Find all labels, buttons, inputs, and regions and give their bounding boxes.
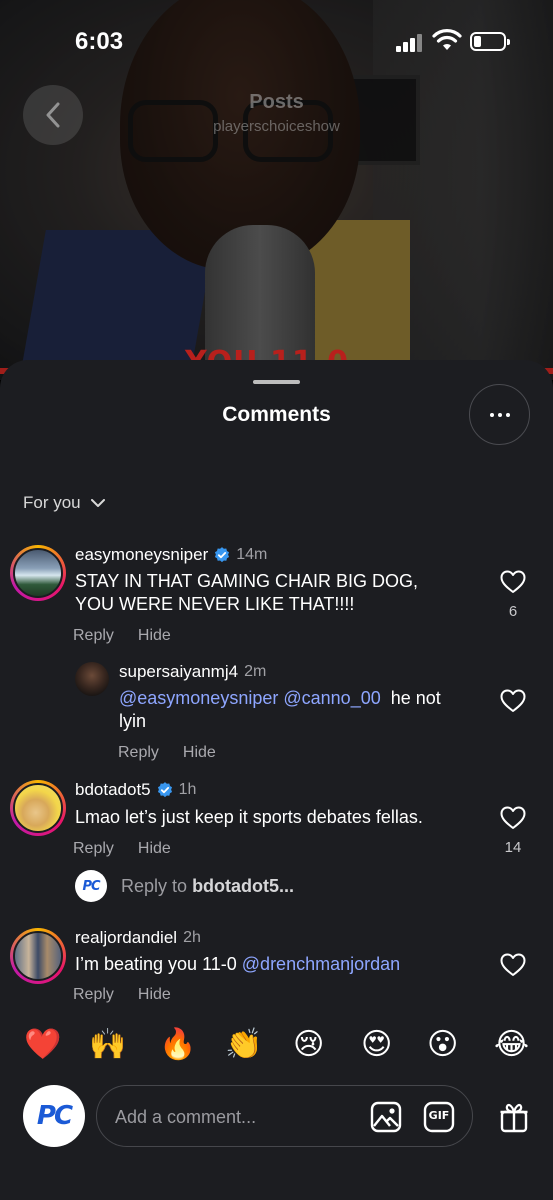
comment-text-body: I’m beating you 11-0	[75, 954, 237, 974]
status-time: 6:03	[75, 28, 124, 55]
verified-icon	[215, 547, 230, 563]
battery-icon	[470, 32, 510, 51]
sheet-grabber[interactable]	[253, 380, 300, 384]
comment-username[interactable]: realjordandiel	[75, 928, 177, 948]
like-button[interactable]	[499, 689, 527, 718]
comment-item: realjordandiel 2h I’m beating you 11-0 @…	[0, 928, 553, 1013]
comments-sheet: Comments For you easymoneysniper 14m STA…	[0, 360, 553, 1200]
image-icon	[370, 1101, 402, 1133]
comment-text: STAY IN THAT GAMING CHAIR BIG DOG, YOU W…	[75, 571, 419, 614]
comment-time: 1h	[178, 781, 197, 798]
page-title: Posts	[249, 91, 304, 113]
reply-to-prompt[interactable]: PC Reply to bdotadot5...	[75, 870, 294, 902]
like-button[interactable]: 14	[499, 806, 527, 856]
comment-text: @easymoneysniper @canno_00 he not lyin	[119, 687, 459, 733]
reply-prefix: Reply to	[121, 875, 188, 896]
comment-composer: PC GIF	[0, 1080, 553, 1200]
reply-button[interactable]: Reply	[73, 627, 114, 645]
gif-button[interactable]: GIF	[422, 1100, 456, 1134]
comment-reply-item: supersaiyanmj4 2m @easymoneysniper @cann…	[0, 662, 553, 762]
reply-username: bdotadot5...	[192, 875, 295, 896]
comment-filter-dropdown[interactable]: For you	[23, 493, 105, 513]
mention-link[interactable]: @canno_00	[283, 688, 380, 708]
quick-reactions-bar: ❤️ 🙌 🔥 👏 😢 😍 😮 😂	[0, 1025, 553, 1075]
avatar-text: PC	[36, 1101, 73, 1131]
heart-icon	[500, 806, 526, 829]
comment-item: bdotadot5 1h Lmao let’s just keep it spo…	[0, 780, 553, 865]
like-button[interactable]	[499, 953, 527, 982]
avatar[interactable]	[10, 545, 66, 601]
like-count: 14	[504, 839, 522, 856]
heart-icon	[500, 953, 526, 976]
reaction-raised-hands[interactable]: 🙌	[89, 1025, 126, 1065]
hide-button[interactable]: Hide	[183, 744, 216, 762]
comment-username[interactable]: easymoneysniper	[75, 545, 208, 565]
more-options-button[interactable]	[469, 384, 530, 445]
comment-time: 2m	[244, 663, 267, 680]
current-user-avatar[interactable]: PC	[23, 1085, 85, 1147]
reaction-crying[interactable]: 😢	[293, 1025, 324, 1065]
reaction-clap[interactable]: 👏	[225, 1025, 262, 1065]
like-button[interactable]: 6	[499, 570, 527, 620]
avatar[interactable]	[75, 662, 109, 696]
wifi-icon	[432, 29, 462, 50]
heart-icon	[500, 689, 526, 712]
reaction-heart[interactable]: ❤️	[24, 1025, 61, 1065]
image-button[interactable]	[369, 1100, 403, 1134]
verified-icon	[157, 782, 172, 798]
avatar[interactable]	[10, 928, 66, 984]
reply-button[interactable]: Reply	[73, 840, 114, 858]
more-icon	[489, 412, 510, 417]
comment-username[interactable]: bdotadot5	[75, 780, 151, 800]
filter-label: For you	[23, 493, 81, 512]
comment-time: 2h	[183, 929, 201, 946]
comment-text: I’m beating you 11-0 @drenchmanjordan	[75, 953, 485, 976]
hide-button[interactable]: Hide	[138, 840, 171, 858]
comment-input-wrapper[interactable]: GIF	[96, 1085, 473, 1147]
gif-label: GIF	[428, 1109, 450, 1122]
reaction-fire[interactable]: 🔥	[159, 1025, 196, 1065]
user-avatar: PC	[75, 870, 107, 902]
comment-username[interactable]: supersaiyanmj4	[119, 662, 238, 682]
signal-icon	[396, 32, 424, 52]
mention-link[interactable]: @easymoneysniper	[119, 688, 278, 708]
chevron-down-icon	[90, 498, 105, 507]
hide-button[interactable]: Hide	[138, 986, 171, 1004]
comment-input[interactable]	[115, 1103, 345, 1131]
page-subtitle: playerschoiceshow	[213, 118, 340, 135]
reaction-laughing[interactable]: 😂	[494, 1025, 529, 1065]
comment-text: Lmao let’s just keep it sports debates f…	[75, 807, 423, 827]
comment-time: 14m	[236, 546, 268, 563]
reaction-surprised[interactable]: 😮	[427, 1025, 458, 1065]
gift-button[interactable]	[497, 1100, 531, 1134]
hide-button[interactable]: Hide	[138, 627, 171, 645]
avatar-text: PC	[82, 878, 100, 894]
heart-icon	[500, 570, 526, 593]
like-count: 6	[508, 603, 518, 620]
reply-button[interactable]: Reply	[118, 744, 159, 762]
status-bar: 6:03	[0, 0, 553, 80]
reaction-heart-eyes[interactable]: 😍	[361, 1025, 392, 1065]
mention-link[interactable]: @drenchmanjordan	[242, 954, 400, 974]
avatar[interactable]	[10, 780, 66, 836]
reply-button[interactable]: Reply	[73, 986, 114, 1004]
gift-icon	[500, 1103, 528, 1133]
comment-item: easymoneysniper 14m STAY IN THAT GAMING …	[0, 545, 553, 650]
